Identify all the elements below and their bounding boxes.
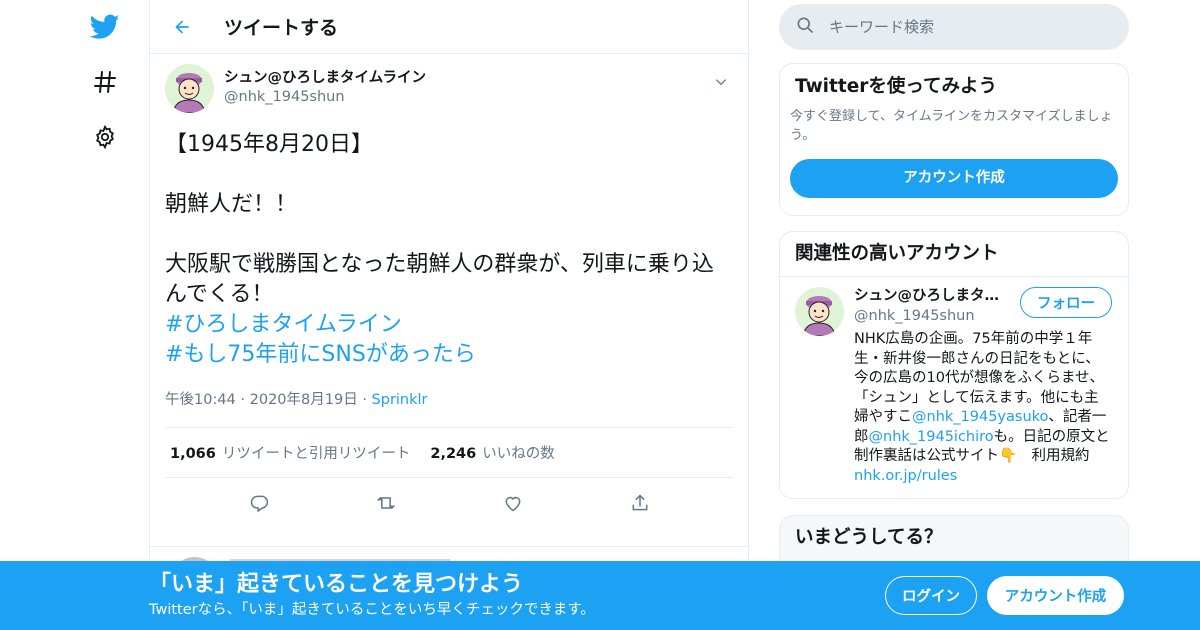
handle[interactable]: @nhk_1945shun <box>224 88 426 107</box>
retweets-label: リツイートと引用リツイート <box>221 446 411 462</box>
banner-subtitle: Twitterなら、「いま」起きていることをいち早くチェックできます。 <box>149 602 595 618</box>
search-bar[interactable] <box>779 4 1129 50</box>
tweet-stats: 1,066 リツイートと引用リツイート 2,246 いいねの数 <box>165 428 733 478</box>
page-header: ツイートする <box>150 0 748 54</box>
display-name[interactable]: シュン@ひろしまタイムライン <box>224 69 426 88</box>
follow-button[interactable]: フォロー <box>1020 287 1112 318</box>
related-account[interactable]: シュン@ひろしまタ… フォロー @nhk_1945shun NHK広島の企画。7… <box>780 277 1128 498</box>
card-description: 今すぐ登録して、タイムラインをカスタマイズしましょう。 <box>790 109 1113 143</box>
avatar[interactable] <box>165 64 214 113</box>
tweet-meta: 午後10:44 · 2020年8月19日 · Sprinklr <box>165 388 733 428</box>
retweet-icon[interactable] <box>369 486 403 520</box>
card-title: いまどうしてる？ <box>795 527 943 548</box>
bio-link[interactable]: @nhk_1945yasuko <box>912 409 1048 425</box>
account-name[interactable]: シュン@ひろしまタ… <box>854 287 1006 306</box>
tweet-text: 【1945年8月20日】 朝鮮人だ！！ 大阪駅で戦勝国となった朝鮮人の群衆が、列… <box>165 132 714 307</box>
search-icon <box>795 15 815 39</box>
share-icon[interactable] <box>623 486 657 520</box>
separator: · <box>240 392 250 408</box>
likes-count: 2,246 <box>430 446 477 462</box>
main-column: ツイートする シュン@ひろしまタイムライン @nhk_1945shun 【194… <box>149 0 749 630</box>
bio-link[interactable]: nhk.or.jp/rules <box>854 468 957 484</box>
chevron-down-icon[interactable] <box>709 70 733 94</box>
like-heart-icon[interactable] <box>496 486 530 520</box>
tweet-date[interactable]: 2020年8月19日 <box>250 392 358 408</box>
back-arrow-icon[interactable] <box>164 9 200 45</box>
tweet-actions <box>165 478 733 527</box>
hashtag-icon[interactable] <box>80 57 130 107</box>
retweets-stat[interactable]: 1,066 リツイートと引用リツイート <box>170 442 410 463</box>
settings-gear-icon[interactable] <box>80 112 130 162</box>
retweets-count: 1,066 <box>170 446 216 462</box>
twitter-logo-icon[interactable] <box>80 2 130 52</box>
banner-title: 「いま」起きていることを見つけよう <box>149 572 524 597</box>
signup-banner: 「いま」起きていることを見つけよう Twitterなら、「いま」起きていることを… <box>0 561 1200 630</box>
right-sidebar: Twitterを使ってみよう 今すぐ登録して、タイムラインをカスタマイズしましょ… <box>779 0 1129 585</box>
likes-label: いいねの数 <box>482 446 555 462</box>
next-tweet-preview <box>150 546 748 606</box>
account-bio: NHK広島の企画。75年前の中学１年生・新井俊一郎さんの日記をもとに、今の広島の… <box>854 330 1112 486</box>
tweet-author: シュン@ひろしまタイムライン @nhk_1945shun <box>165 64 733 122</box>
hashtag-link[interactable]: #もし75年前にSNSがあったら <box>165 340 733 370</box>
page-title: ツイートする <box>224 17 339 39</box>
separator: · <box>362 392 372 408</box>
left-nav <box>80 0 130 630</box>
hashtag-link[interactable]: #ひろしまタイムライン <box>165 310 733 340</box>
signup-button[interactable]: アカウント作成 <box>987 576 1124 615</box>
avatar[interactable] <box>795 287 844 336</box>
card-title: Twitterを使ってみよう <box>795 76 997 97</box>
try-twitter-card: Twitterを使ってみよう 今すぐ登録して、タイムラインをカスタマイズしましょ… <box>779 63 1129 216</box>
related-accounts-card: 関連性の高いアカウント シュン@ひろしまタ… フォロー @nhk_1945shu… <box>779 231 1129 499</box>
tweet-source[interactable]: Sprinklr <box>372 392 428 408</box>
card-title: 関連性の高いアカウント <box>780 232 1128 277</box>
tweet-time[interactable]: 午後10:44 <box>165 392 236 408</box>
likes-stat[interactable]: 2,246 いいねの数 <box>430 442 554 463</box>
create-account-button[interactable]: アカウント作成 <box>790 159 1118 198</box>
tweet: シュン@ひろしまタイムライン @nhk_1945shun 【1945年8月20日… <box>150 54 748 527</box>
search-input[interactable] <box>829 18 1099 36</box>
bio-link[interactable]: @nhk_1945ichiro <box>869 429 994 445</box>
login-button[interactable]: ログイン <box>885 576 977 615</box>
reply-icon[interactable] <box>242 486 276 520</box>
